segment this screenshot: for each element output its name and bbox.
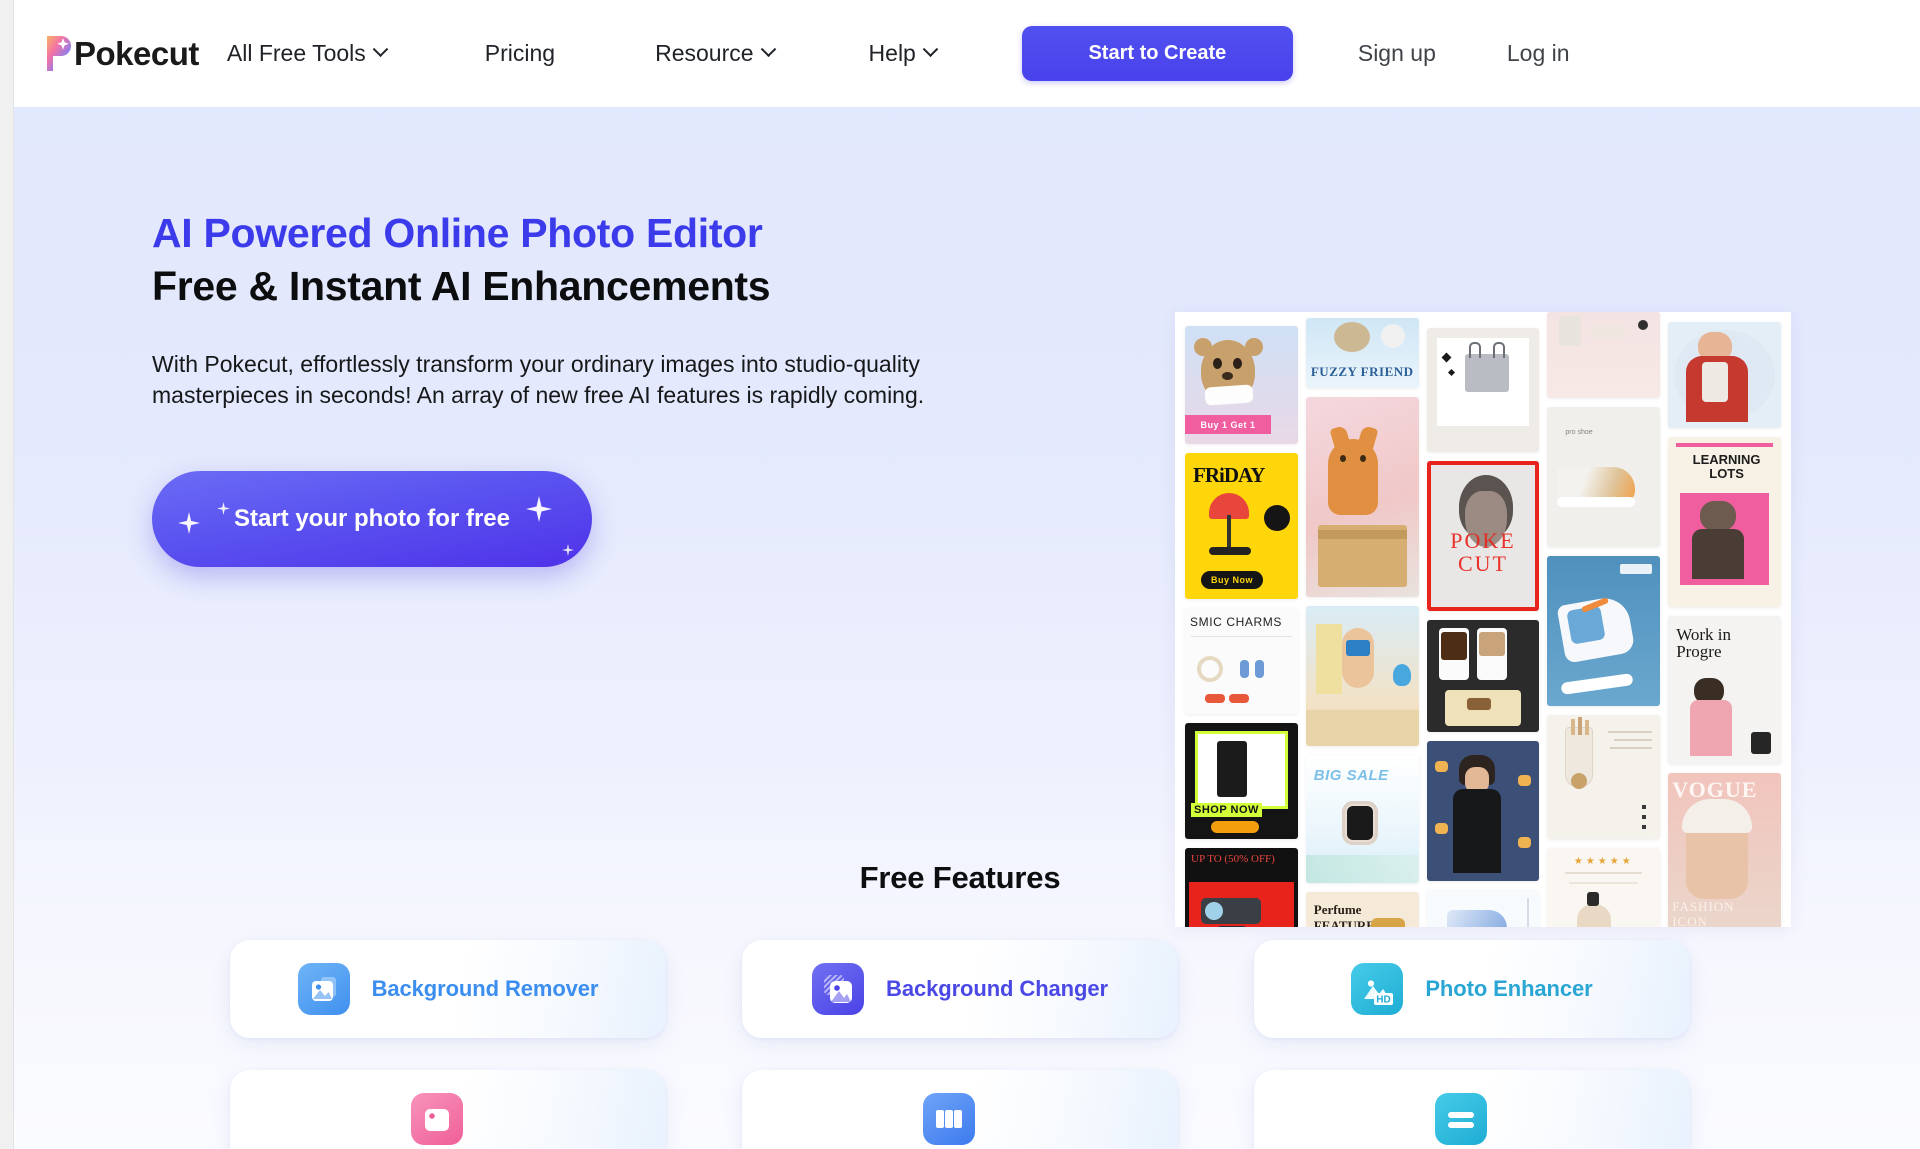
hero-headline-primary: AI Powered Online Photo Editor [152,210,763,256]
pokecut-p-sparkle-logo-icon [44,34,75,73]
collage-tile: Work in Progre [1668,616,1781,764]
hero-headline-secondary: Free & Instant AI Enhancements [152,263,771,310]
nav-label: Help [868,40,916,66]
feature-card-partial-3[interactable] [1254,1070,1690,1149]
collage-tile: POKE CUT [1426,461,1540,611]
feature-card-background-remover[interactable]: Background Remover [230,940,666,1038]
page-root: Pokecut All Free Tools Pricing Resource … [0,0,1920,1149]
nav-item-resource[interactable]: Resource [655,40,776,67]
feature-card-grid: Background Remover Background Changer HD… [230,940,1690,1149]
collage-tile [1426,620,1540,732]
sparkle-icon [217,494,230,522]
collage-tile-caption: Buy 1 Get 1 [1185,415,1271,434]
image-pink-icon [411,1093,463,1145]
collage-tile-caption: SMIC CHARMS [1190,615,1282,629]
hero-copy: AI Powered Online Photo Editor Free & In… [152,209,1022,568]
feature-card-label: Background Remover [371,976,599,1001]
auth-links: Sign up Log in [1358,40,1570,67]
feature-card-photo-enhancer[interactable]: HD Photo Enhancer [1254,940,1690,1038]
collage-tile-caption: Work in Progre [1676,625,1732,661]
feature-card-label: Photo Enhancer [1425,976,1593,1001]
feature-card-background-changer[interactable]: Background Changer [742,940,1178,1038]
hero-cta-label: Start your photo for free [233,505,510,533]
collage-tile [1305,606,1419,746]
collage-tile [1547,312,1661,398]
site-header: Pokecut All Free Tools Pricing Resource … [0,0,1920,107]
chevron-down-icon [922,41,939,58]
collage-tile: Buy 1 Get 1 [1185,326,1298,444]
collage-tile-caption: FRiDAY [1193,463,1265,487]
collage-tile [1547,715,1661,839]
hero-image-collage: Buy 1 Get 1 FRiDAY Buy Now SMIC CHARMS S… [1175,312,1791,927]
free-features-title: Free Features [859,860,1061,895]
image-swap-icon [812,963,865,1015]
logo-wordmark: Pokecut [74,34,199,72]
chevron-down-icon [760,41,776,58]
nav-item-pricing[interactable]: Pricing [485,40,555,67]
collage-tile: SMIC CHARMS [1185,608,1298,714]
collage-tile-caption: POKE CUT [1450,528,1516,577]
site-logo[interactable]: Pokecut [44,34,199,73]
feature-card-partial-1[interactable] [230,1070,666,1149]
collage-tile: pro shoe [1547,407,1661,547]
image-cyan-icon [1435,1093,1487,1145]
window-left-edge [0,0,14,1149]
collage-column: LEARNING LOTS Work in Progre VOGUE FASHI… [1668,322,1781,927]
collage-tile [1547,556,1661,706]
sign-up-link[interactable]: Sign up [1358,40,1436,67]
collage-tile-caption: FUZZY FRIEND [1310,364,1414,379]
feature-card-partial-2[interactable] [742,1070,1178,1149]
start-your-photo-for-free-button[interactable]: Start your photo for free [152,471,592,568]
collage-tile-caption: LEARNING LOTS [1692,452,1761,481]
collage-column: FUZZY FRIEND BIG SALE Perfume FEATURES [1305,318,1419,927]
collage-tile [1668,322,1781,428]
chevron-down-icon [372,41,389,58]
collage-tile: FRiDAY Buy Now [1185,453,1298,599]
hero-description: With Pokecut, effortlessly transform you… [152,350,925,408]
collage-tile-caption: BIG SALE [1313,767,1389,784]
nav-item-all-free-tools[interactable]: All Free Tools [226,40,389,67]
collage-tile: LEARNING LOTS [1668,437,1781,607]
collage-tile [1426,328,1540,452]
start-to-create-button[interactable]: Start to Create [1021,26,1293,81]
primary-nav: All Free Tools Pricing Resource Help Sta… [227,26,1293,81]
sparkle-icon [178,512,200,541]
hero-section: AI Powered Online Photo Editor Free & In… [0,107,1920,927]
sparkle-icon [526,496,552,529]
collage-column: Buy 1 Get 1 FRiDAY Buy Now SMIC CHARMS S… [1185,326,1298,927]
collage-column: pro shoe ★★★★★ [1547,312,1661,927]
image-hd-icon: HD [1351,963,1404,1015]
collage-tile: FUZZY FRIEND [1305,318,1419,388]
sparkle-icon [562,535,574,563]
nav-label: All Free Tools [226,40,366,66]
image-remove-icon [297,963,350,1015]
collage-tile [1305,397,1419,597]
log-in-link[interactable]: Log in [1507,40,1570,67]
collage-column: POKE CUT [1426,328,1540,927]
svg-text:HD: HD [1377,995,1391,1006]
collage-tile-caption: SHOP NOW [1191,803,1262,817]
free-features-section: Free Features Background Remover Backgro… [0,860,1920,1149]
nav-label: Pricing [484,40,556,66]
nav-label: Resource [655,40,754,66]
collage-tile: SHOP NOW [1185,723,1298,839]
collage-tile-caption: Buy Now [1201,571,1263,589]
feature-card-label: Background Changer [886,976,1108,1001]
image-blue-icon [923,1093,975,1145]
nav-item-help[interactable]: Help [868,40,939,67]
